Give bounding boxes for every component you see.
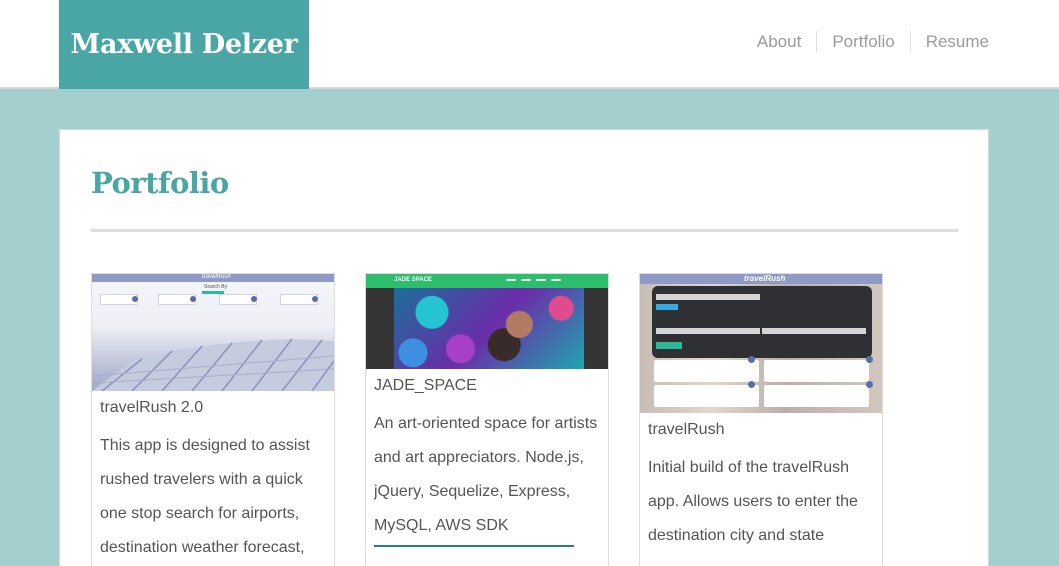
thumb-dot <box>748 356 755 363</box>
project-description: Initial build of the travelRush app. All… <box>648 459 858 544</box>
thumb-title: travelRush <box>202 274 231 280</box>
brand-logo[interactable]: Maxwell Delzer <box>59 0 309 89</box>
thumb-dot <box>132 296 138 302</box>
thumb-heading: Search By <box>204 284 228 290</box>
thumb-dot <box>190 296 196 302</box>
site-header: Maxwell Delzer About Portfolio Resume <box>0 0 1059 89</box>
nav-about[interactable]: About <box>742 31 816 52</box>
project-description: An art-oriented space for artists and ar… <box>374 415 598 534</box>
project-card-travelrush[interactable]: travelRush travelRush Initial build of t… <box>639 273 883 566</box>
main-nav: About Portfolio Resume <box>742 31 989 52</box>
thumb-dot <box>748 381 755 388</box>
project-card-jade-space[interactable]: JADE SPACE JADE_SPACE An art-oriented sp… <box>365 273 609 566</box>
project-title: JADE_SPACE <box>374 377 477 394</box>
project-thumbnail[interactable]: JADE SPACE <box>366 274 608 369</box>
title-divider <box>91 229 958 232</box>
project-thumbnail[interactable]: travelRush <box>640 274 882 413</box>
project-description: This app is designed to assist rushed tr… <box>100 437 310 556</box>
portfolio-panel: Portfolio travelRush Search By travelRus… <box>59 129 989 566</box>
thumb-dot <box>866 381 873 388</box>
thumb-architecture-image <box>92 338 334 391</box>
project-title: travelRush 2.0 <box>100 399 204 416</box>
thumb-search-form <box>652 286 872 358</box>
thumb-title: travelRush <box>744 274 786 283</box>
thumb-navbar: JADE SPACE <box>366 274 608 288</box>
thumb-result-card <box>654 385 759 407</box>
project-links[interactable] <box>366 543 608 547</box>
nav-portfolio[interactable]: Portfolio <box>816 31 909 52</box>
thumb-result-card <box>654 360 759 382</box>
thumb-brand: JADE SPACE <box>394 277 432 283</box>
nav-resume[interactable]: Resume <box>909 31 989 52</box>
thumb-result-card <box>764 385 869 407</box>
project-title: travelRush <box>648 421 725 438</box>
thumb-dot <box>866 356 873 363</box>
thumb-result-card <box>764 360 869 382</box>
thumb-navbar: travelRush <box>92 274 334 282</box>
thumb-navbar: travelRush <box>640 274 882 284</box>
thumb-dot <box>251 296 257 302</box>
page-title: Portfolio <box>91 166 229 200</box>
project-thumbnail[interactable]: travelRush Search By <box>92 274 334 391</box>
thumb-dot <box>312 296 318 302</box>
thumb-art-image <box>394 288 584 369</box>
project-card-travelrush-2[interactable]: travelRush Search By travelRush 2.0 This… <box>91 273 335 566</box>
